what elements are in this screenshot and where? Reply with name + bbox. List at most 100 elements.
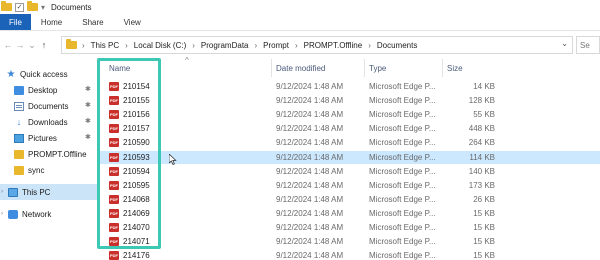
sidebar-item-quick-access[interactable]: ★ Quick access xyxy=(0,66,97,82)
tab-file[interactable]: File xyxy=(0,14,31,30)
table-row[interactable]: PDF 214068 9/12/2024 1:48 AM Microsoft Edge… xyxy=(97,193,600,206)
breadcrumb-prompt-offline[interactable]: PROMPT.Offline xyxy=(304,41,363,50)
file-type: Microsoft Edge P... xyxy=(369,110,436,120)
address-bar[interactable]: › This PC › Local Disk (C:) › ProgramDat… xyxy=(61,36,573,54)
title-bar: ✓ ▾ Documents xyxy=(0,0,600,14)
column-header-name[interactable]: Name xyxy=(109,64,130,73)
chevron-right-icon[interactable]: › xyxy=(368,41,371,50)
file-size: 140 KB xyxy=(468,166,495,176)
table-row[interactable]: PDF 210155 9/12/2024 1:48 AM Microsoft Edge… xyxy=(97,94,600,107)
chevron-right-icon[interactable]: › xyxy=(255,41,258,50)
file-size: 15 KB xyxy=(473,237,495,247)
chevron-right-icon[interactable]: › xyxy=(192,41,195,50)
column-divider[interactable] xyxy=(271,59,272,77)
file-type: Microsoft Edge P... xyxy=(369,251,436,260)
breadcrumb-local-disk[interactable]: Local Disk (C:) xyxy=(134,41,186,50)
table-row[interactable]: PDF 210157 9/12/2024 1:48 AM Microsoft Edge… xyxy=(97,122,600,135)
address-row: ← → ⌄ ↑ › This PC › Local Disk (C:) › Pr… xyxy=(0,34,600,56)
breadcrumb-programdata[interactable]: ProgramData xyxy=(201,41,249,50)
sidebar-item-sync[interactable]: sync xyxy=(0,162,97,178)
recent-locations-icon[interactable]: ⌄ xyxy=(26,40,38,51)
pictures-icon xyxy=(14,133,24,143)
table-row[interactable]: PDF 210595 9/12/2024 1:48 AM Microsoft Edge… xyxy=(97,179,600,192)
file-name: 210593 xyxy=(123,152,150,162)
ribbon-expand[interactable] xyxy=(590,14,600,31)
file-date-modified: 9/12/2024 1:48 AM xyxy=(276,152,344,162)
column-divider[interactable] xyxy=(442,59,443,77)
breadcrumb-this-pc[interactable]: This PC xyxy=(91,41,119,50)
sidebar-item-downloads[interactable]: ↓ Downloads ✱ xyxy=(0,114,97,130)
file-date-modified: 9/12/2024 1:48 AM xyxy=(276,237,344,247)
column-header-size[interactable]: Size xyxy=(447,64,463,73)
file-date-modified: 9/12/2024 1:48 AM xyxy=(276,82,344,91)
column-header-type[interactable]: Type xyxy=(369,64,386,73)
pin-icon: ✱ xyxy=(85,134,91,141)
table-row[interactable]: PDF 210590 9/12/2024 1:48 AM Microsoft Edge… xyxy=(97,136,600,149)
search-input[interactable]: Se xyxy=(576,36,600,54)
back-arrow-icon[interactable]: ← xyxy=(2,40,14,50)
sidebar-item-this-pc[interactable]: › This PC xyxy=(0,184,97,200)
forward-arrow-icon[interactable]: → xyxy=(14,40,26,50)
file-name: 210594 xyxy=(123,166,150,176)
table-row[interactable]: PDF 210154 9/12/2024 1:48 AM Microsoft Edge… xyxy=(97,80,600,93)
search-placeholder: Se xyxy=(580,40,590,50)
customize-toolbar-icon[interactable]: ▾ xyxy=(41,3,45,12)
table-row[interactable]: PDF 214070 9/12/2024 1:48 AM Microsoft Edge… xyxy=(97,221,600,234)
pdf-file-icon: PDF xyxy=(109,152,119,162)
file-name: 214069 xyxy=(123,208,150,218)
file-type: Microsoft Edge P... xyxy=(369,180,436,190)
pdf-file-icon: PDF xyxy=(109,194,119,204)
file-name: 210156 xyxy=(123,110,150,120)
file-size: 114 KB xyxy=(469,152,495,162)
table-row[interactable]: PDF 210156 9/12/2024 1:48 AM Microsoft Edge… xyxy=(97,108,600,121)
table-row[interactable]: PDF 214071 9/12/2024 1:48 AM Microsoft Edge… xyxy=(97,235,600,248)
file-type: Microsoft Edge P... xyxy=(369,138,436,148)
table-row[interactable]: PDF 214176 9/12/2024 1:48 AM Microsoft Edge… xyxy=(97,249,600,260)
file-name: 210154 xyxy=(123,82,150,91)
tab-home[interactable]: Home xyxy=(31,14,72,30)
chevron-right-icon[interactable]: › xyxy=(295,41,298,50)
sidebar-item-label: Documents xyxy=(28,101,69,111)
pdf-file-icon: PDF xyxy=(109,96,119,106)
table-row[interactable]: PDF 210594 9/12/2024 1:48 AM Microsoft Edge… xyxy=(97,165,600,178)
column-header-date[interactable]: Date modified xyxy=(276,64,325,73)
file-size: 128 KB xyxy=(468,96,495,106)
file-name: 214068 xyxy=(123,194,150,204)
pdf-file-icon: PDF xyxy=(109,251,119,260)
sidebar-item-documents[interactable]: Documents ✱ xyxy=(0,98,97,114)
up-arrow-icon[interactable]: ↑ xyxy=(38,40,50,50)
chevron-right-icon[interactable]: › xyxy=(82,41,85,50)
sidebar-item-label: Quick access xyxy=(20,69,68,79)
breadcrumb-prompt[interactable]: Prompt xyxy=(263,41,289,50)
documents-icon xyxy=(14,101,24,111)
address-dropdown-icon[interactable]: ⌄ xyxy=(561,39,568,48)
file-type: Microsoft Edge P... xyxy=(369,166,436,176)
file-type: Microsoft Edge P... xyxy=(369,152,436,162)
pdf-file-icon: PDF xyxy=(109,82,119,91)
new-folder-icon[interactable] xyxy=(27,1,38,11)
chevron-right-icon[interactable]: › xyxy=(125,41,128,50)
ribbon-tabs: File Home Share View xyxy=(0,14,600,31)
folder-icon xyxy=(14,149,24,159)
file-type: Microsoft Edge P... xyxy=(369,237,436,247)
file-name: 210157 xyxy=(123,124,150,134)
file-name: 214176 xyxy=(123,251,150,260)
chevron-right-icon[interactable]: › xyxy=(1,211,3,217)
sidebar-item-pictures[interactable]: Pictures ✱ xyxy=(0,130,97,146)
sidebar-item-network[interactable]: › Network xyxy=(0,206,97,222)
tab-share[interactable]: Share xyxy=(72,14,113,30)
chevron-right-icon[interactable]: › xyxy=(1,189,3,195)
file-name: 210595 xyxy=(123,180,150,190)
pdf-file-icon: PDF xyxy=(109,223,119,232)
sidebar-item-prompt-offline[interactable]: PROMPT.Offline xyxy=(0,146,97,162)
file-date-modified: 9/12/2024 1:48 AM xyxy=(276,110,344,120)
downloads-icon: ↓ xyxy=(16,116,22,127)
table-row[interactable]: PDF 214069 9/12/2024 1:48 AM Microsoft Edge… xyxy=(97,207,600,220)
column-divider[interactable] xyxy=(364,59,365,77)
sidebar-item-desktop[interactable]: Desktop ✱ xyxy=(0,82,97,98)
breadcrumb-documents[interactable]: Documents xyxy=(377,41,417,50)
file-date-modified: 9/12/2024 1:48 AM xyxy=(276,166,344,176)
tab-view[interactable]: View xyxy=(114,14,151,30)
properties-check-icon[interactable]: ✓ xyxy=(15,2,24,12)
file-name: 210155 xyxy=(123,96,150,106)
